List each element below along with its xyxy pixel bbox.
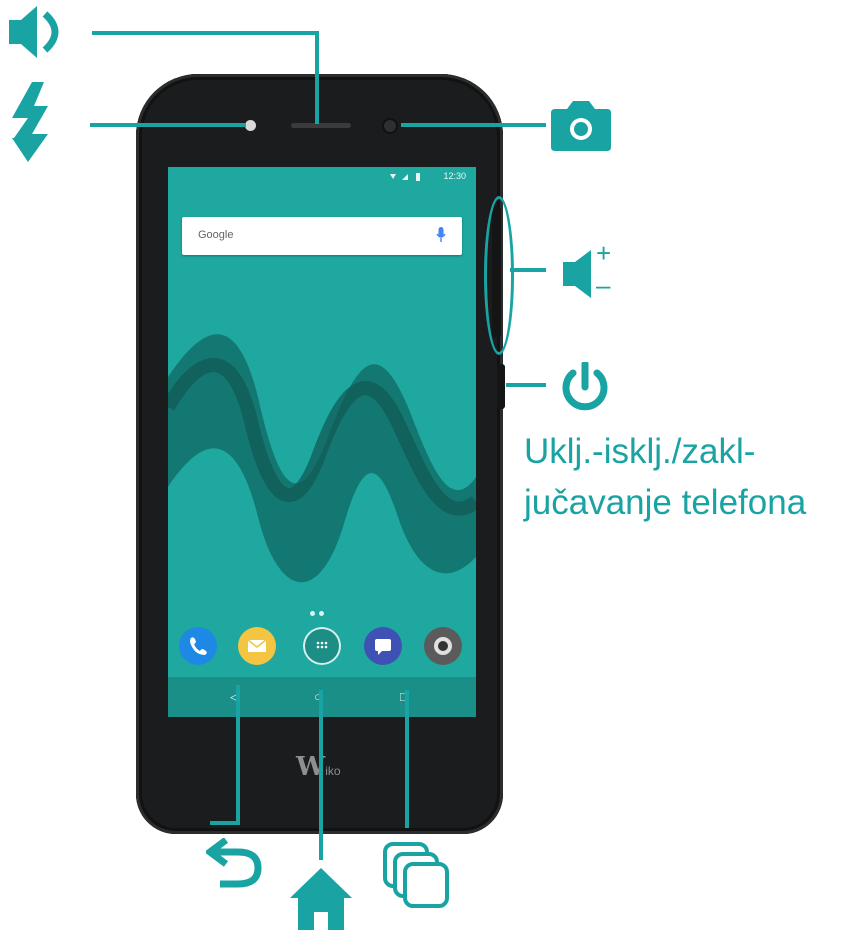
power-label-line-1: Uklj.-isklj./zakl- [524,432,756,471]
power-icon [562,362,608,411]
power-callout-label: Uklj.-isklj./zakl- jučavanje telefona [524,426,847,528]
volume-minus-sign: – [596,270,611,300]
volume-plus-sign: + [596,238,612,268]
speaker-icon [9,6,59,58]
camera-icon [551,101,611,151]
volume-icon [563,250,591,298]
back-arrow-icon [206,838,262,888]
power-label-line-2: jučavanje telefona [524,483,807,522]
home-arrow-icon [290,868,352,930]
recent-apps-icon [383,842,449,908]
flash-icon [12,82,48,162]
